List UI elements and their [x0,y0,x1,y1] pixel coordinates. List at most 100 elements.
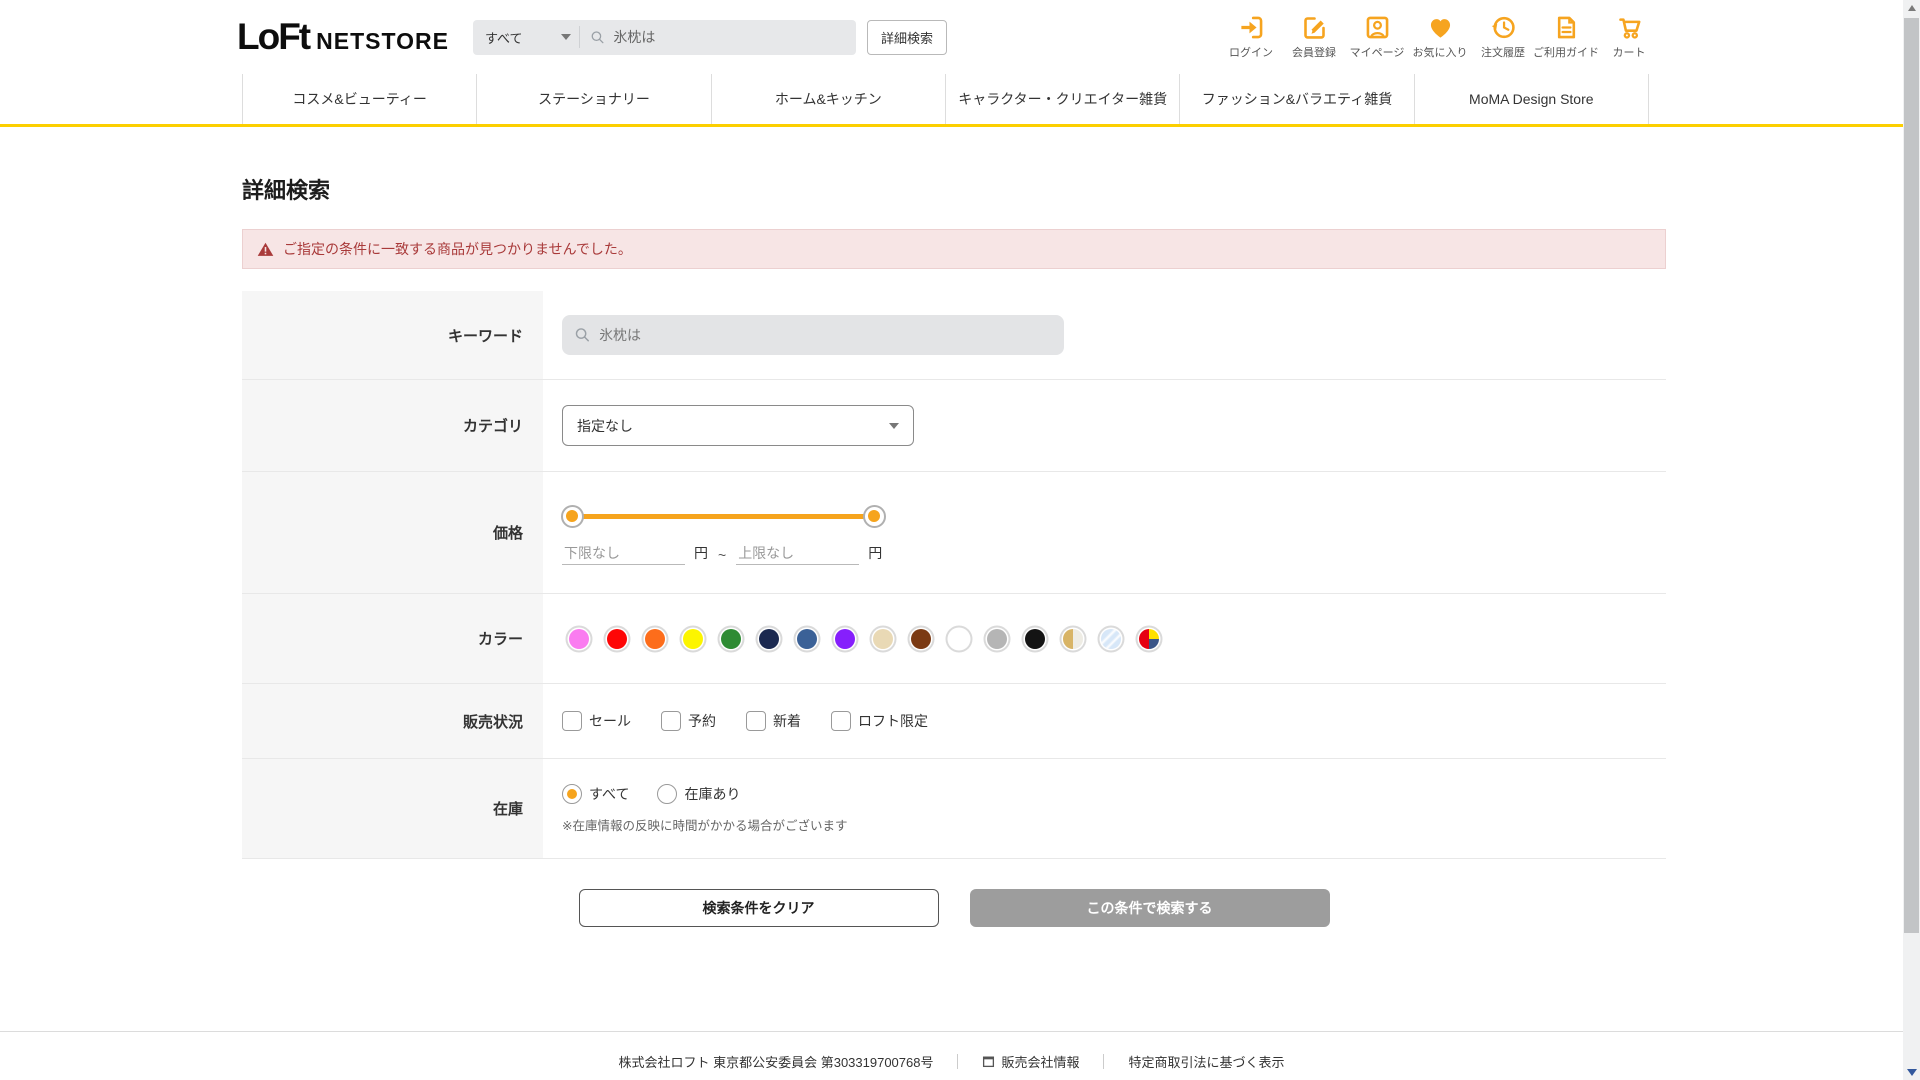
footer-seller-info-label: 販売会社情報 [1001,1054,1080,1070]
stock-label: 在庫 [242,759,543,858]
favorites-label: お気に入り [1412,47,1468,59]
heart-icon [1430,19,1450,38]
checkbox-sale[interactable]: セール [562,711,631,731]
loft-logo[interactable]: LoFt NETSTORE [237,16,449,58]
nav-item-stationery[interactable]: ステーショナリー [476,74,710,124]
nav-item-cosme[interactable]: コスメ&ビューティー [242,74,476,124]
price-min-input[interactable] [562,542,685,565]
price-min-unit: 円 [694,545,708,561]
footer: 株式会社ロフト 東京都公安委員会 第303319700768号 販売会社情報 特… [0,1031,1903,1080]
price-label: 価格 [242,472,543,593]
nav-item-home-kitchen[interactable]: ホーム&キッチン [710,74,945,124]
register-icon [1303,17,1325,39]
checkbox-box [746,711,766,731]
nav-item-moma[interactable]: MoMA Design Store [1413,74,1649,124]
keyword-label: キーワード [242,291,543,379]
price-row: 価格 円 ~ 円 [242,472,1666,594]
color-swatch-blue[interactable] [797,628,817,649]
category-select-value: 指定なし [577,417,633,434]
cart-icon [1618,18,1640,39]
color-swatch-purple[interactable] [835,628,855,649]
checkbox-new-label: 新着 [773,713,801,729]
radio-stock-available-label: 在庫あり [684,785,741,802]
footer-link-tokushoho[interactable]: 特定商取引法に基づく表示 [1104,1052,1308,1071]
favorites-button[interactable]: お気に入り [1412,14,1468,60]
login-button[interactable]: ログイン [1225,14,1277,60]
keyword-input[interactable] [599,327,1052,343]
footer-link-seller-info[interactable]: 販売会社情報 [958,1052,1103,1071]
color-swatch-black[interactable] [1025,628,1045,649]
radio-stock-available[interactable]: 在庫あり [657,783,741,804]
chevron-down-icon [889,422,899,429]
checkbox-loft-limited[interactable]: ロフト限定 [831,711,928,731]
form-actions: 検索条件をクリア この条件で検索する [242,889,1666,927]
price-slider-handle-min[interactable] [560,504,584,528]
scrollbar-down-arrow[interactable] [1903,1064,1920,1080]
checkbox-sale-label: セール [589,713,631,729]
alert-text: ご指定の条件に一致する商品が見つかりませんでした。 [283,241,632,257]
color-swatch-white[interactable] [949,628,969,649]
register-label: 会員登録 [1292,47,1336,59]
logo-main-text: LoFt [237,16,311,57]
price-range-slider [560,504,886,528]
nav-item-character[interactable]: キャラクター・クリエイター雑貨 [944,74,1179,124]
color-swatches [562,621,1166,657]
search-input[interactable] [613,29,846,45]
mypage-button[interactable]: マイページ [1349,14,1405,60]
order-history-icon [1491,16,1515,39]
search-with-conditions-button[interactable]: この条件で検索する [969,889,1330,927]
category-select[interactable]: 指定なし [562,405,914,446]
header-utilities: ログイン 会員登録 マイページ お気に入り 注文履歴 ご利用ガイド カート [1225,14,1655,60]
search-category-select[interactable]: すべて [473,20,579,55]
guide-button[interactable]: ご利用ガイド [1533,14,1599,60]
clear-conditions-button[interactable]: 検索条件をクリア [578,889,939,927]
color-swatch-clear[interactable] [1101,628,1121,649]
color-swatch-pink[interactable] [569,628,589,649]
advanced-search-button[interactable]: 詳細検索 [866,19,947,55]
price-slider-track [572,513,874,519]
scrollbar-up-arrow[interactable] [1903,0,1920,16]
stock-row: 在庫 すべて 在庫あり ※在庫情報の反映に時間がかかる場合がございます [242,759,1666,859]
mypage-label: マイページ [1349,47,1405,59]
guide-icon [1557,16,1575,39]
price-slider-handle-max[interactable] [862,504,886,528]
color-swatch-red[interactable] [607,628,627,649]
page-title: 詳細検索 [242,178,331,203]
radio-stock-all[interactable]: すべて [562,783,629,804]
price-range-separator: ~ [718,547,727,563]
price-max-input[interactable] [736,542,860,565]
checkbox-loft-limited-label: ロフト限定 [858,713,928,729]
radio-button-selected [562,783,582,804]
color-swatch-beige[interactable] [873,628,893,649]
warning-icon [257,242,274,256]
color-swatch-green[interactable] [721,628,741,649]
search-icon [575,328,589,342]
color-swatch-orange[interactable] [645,628,665,649]
search-input-wrap [580,29,856,46]
login-icon [1240,16,1262,39]
color-swatch-brown[interactable] [911,628,931,649]
checkbox-preorder[interactable]: 予約 [661,711,716,731]
no-results-alert: ご指定の条件に一致する商品が見つかりませんでした。 [242,229,1666,269]
register-button[interactable]: 会員登録 [1288,14,1340,60]
logo-sub-text: NETSTORE [316,28,449,54]
color-swatch-navy[interactable] [759,628,779,649]
color-swatch-gray[interactable] [987,628,1007,649]
color-row: カラー [242,594,1666,684]
search-box: すべて [472,19,856,55]
color-swatch-multicolor[interactable] [1139,628,1159,649]
cart-button[interactable]: カート [1603,14,1655,60]
checkbox-new[interactable]: 新着 [746,711,801,731]
order-history-button[interactable]: 注文履歴 [1477,14,1529,60]
sale-status-row: 販売状況 セール 予約 新着 ロフト限定 [242,684,1666,759]
price-max-unit: 円 [868,545,883,561]
advanced-search-label: 詳細検索 [880,30,933,46]
category-row: カテゴリ 指定なし [242,380,1666,472]
color-swatch-yellow[interactable] [683,628,703,649]
nav-item-fashion[interactable]: ファッション&バラエティ雑貨 [1179,74,1413,124]
scrollbar-thumb[interactable] [1904,18,1919,933]
vertical-scrollbar[interactable] [1903,0,1920,1080]
color-swatch-gold-silver[interactable] [1063,628,1083,649]
color-label: カラー [242,594,543,683]
advanced-search-form: キーワード カテゴリ 指定なし [242,291,1666,859]
